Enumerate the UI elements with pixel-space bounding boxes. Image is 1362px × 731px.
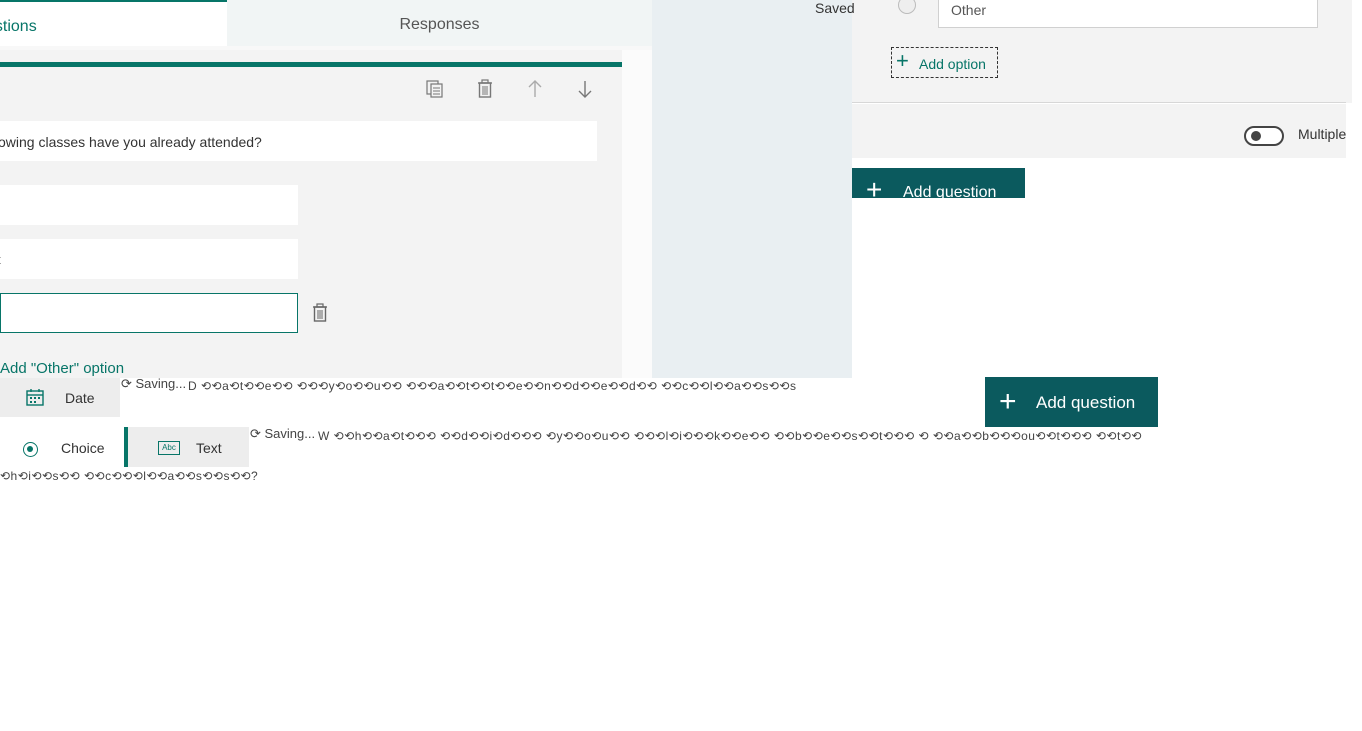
garbled-text-line-1: D ⟲⟲a⟲t⟲⟲e⟲⟲ ⟲⟲⟲y⟲o⟲⟲u⟲⟲ ⟲⟲⟲a⟲⟲t⟲⟲t⟲⟲e⟲⟲… [188, 379, 797, 393]
garbled-text-line-3: ⟲h⟲i⟲⟲s⟲⟲ ⟲⟲c⟲⟲⟲l⟲⟲a⟲⟲s⟲⟲s⟲⟲? [0, 469, 259, 483]
canvas-background [652, 0, 852, 378]
editor-scroll-area [622, 50, 652, 378]
question-type-date-button[interactable]: Date [0, 378, 120, 417]
move-down-icon[interactable] [574, 78, 596, 100]
other-option-text: Other [951, 2, 987, 18]
add-option-button[interactable]: + Add option [891, 47, 998, 78]
add-question-button[interactable]: + Add question [985, 377, 1158, 427]
text-label: Text [196, 440, 222, 456]
option-input-3[interactable] [0, 293, 298, 333]
option-2-text: t [0, 252, 1, 267]
add-question-label: Add question [1036, 393, 1136, 412]
question-card-accent-bar [0, 62, 622, 67]
plus-icon: + [866, 174, 883, 199]
other-option-field[interactable]: Other [938, 0, 1318, 28]
radio-selected-icon [23, 442, 38, 457]
question-type-text-button[interactable]: Abc Text [124, 427, 249, 467]
saving-text-1: Saving... [135, 376, 187, 391]
multiple-answers-toggle[interactable] [1244, 126, 1284, 146]
plus-icon: + [999, 385, 1017, 418]
question-type-choice-button[interactable]: Choice [0, 427, 124, 467]
option-input-2[interactable]: t [0, 239, 298, 279]
date-label: Date [65, 390, 95, 406]
saving-status-2: ⟳ Saving... [250, 426, 316, 441]
question-title-input[interactable]: owing classes have you already attended? [0, 121, 597, 161]
question-title-text: owing classes have you already attended? [0, 134, 262, 150]
delete-option-icon[interactable] [309, 302, 331, 324]
saving-text-2: Saving... [264, 426, 316, 441]
plus-icon: + [896, 48, 909, 73]
card-divider [852, 102, 1346, 103]
choice-label: Choice [61, 440, 105, 456]
delete-question-icon[interactable] [474, 78, 496, 100]
question-editor-panel: estions Responses owing classes have you… [0, 0, 652, 378]
tab-responses-label: Responses [399, 16, 480, 33]
tab-questions[interactable]: estions [0, 0, 227, 46]
saved-status: Saved [815, 0, 855, 16]
add-other-option-link[interactable]: Add "Other" option [0, 360, 124, 377]
add-question-label-top: Add question [903, 184, 997, 198]
move-up-icon[interactable] [524, 78, 546, 100]
toggle-knob [1251, 131, 1261, 141]
garbled-text-line-2: W ⟲⟲h⟲⟲a⟲t⟲⟲⟲ ⟲⟲d⟲⟲i⟲d⟲⟲⟲ ⟲y⟲⟲o⟲u⟲⟲ ⟲⟲⟲l… [318, 429, 1142, 443]
calendar-icon [26, 388, 44, 406]
add-question-button-top[interactable]: + Add question [852, 168, 1025, 198]
tab-responses[interactable]: Responses [227, 0, 652, 46]
option-input-1[interactable] [0, 185, 298, 225]
add-option-label: Add option [919, 56, 986, 72]
saving-status-1: ⟳ Saving... [121, 376, 187, 391]
copy-icon[interactable] [424, 78, 446, 100]
tab-questions-label: estions [0, 18, 37, 35]
text-abc-icon: Abc [158, 441, 180, 455]
multiple-answers-label: Multiple [1298, 126, 1347, 142]
